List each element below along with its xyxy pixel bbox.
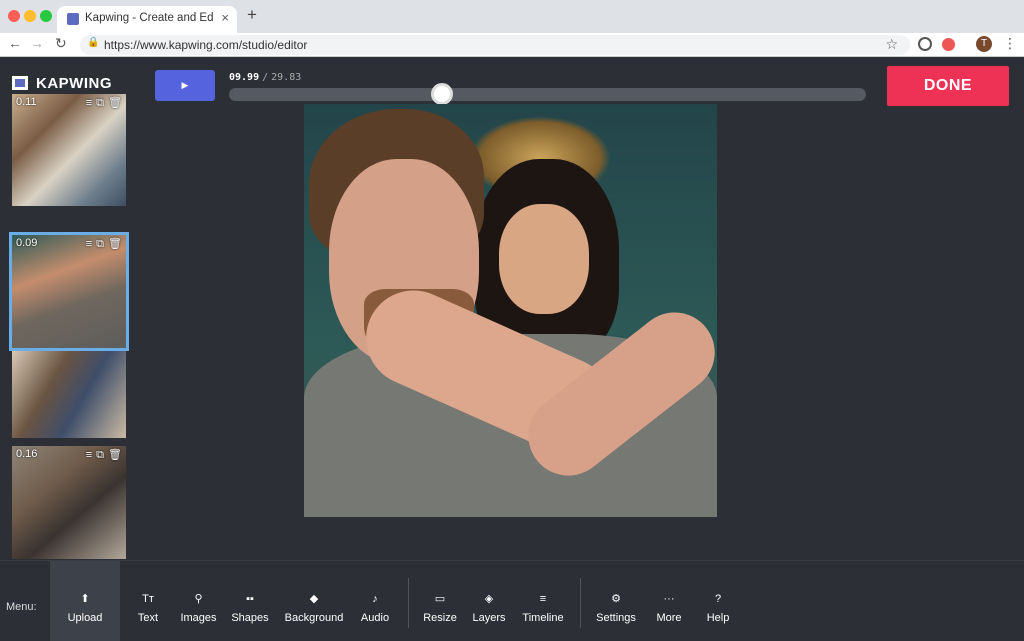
tab-close-icon[interactable]: × xyxy=(221,10,229,25)
menu-divider xyxy=(580,578,581,628)
brand-name: KAPWING xyxy=(36,75,112,92)
seek-bar[interactable] xyxy=(229,88,866,101)
scene-thumbnail-4[interactable]: 0.16 ≡ ⧉ 🗑 xyxy=(12,446,126,559)
menu-shapes[interactable]: ▪▪ Shapes xyxy=(228,561,272,641)
menu-text[interactable]: Tт Text xyxy=(128,561,168,641)
time-separator: / xyxy=(262,72,269,83)
tab-title: Kapwing - Create and Edit Vid xyxy=(85,12,213,24)
total-time: 29.83 xyxy=(271,72,302,83)
current-time: 09.99 xyxy=(229,72,260,83)
window-close-button[interactable] xyxy=(8,10,20,22)
browser-tab[interactable]: Kapwing - Create and Edit Vid × xyxy=(57,6,237,33)
more-icon: ··· xyxy=(663,593,675,605)
extension-red-icon[interactable] xyxy=(942,38,955,51)
scene-edit-icon[interactable]: ≡ xyxy=(86,449,92,461)
menu-item-label: More xyxy=(656,612,682,624)
scene-duplicate-icon[interactable]: ⧉ xyxy=(96,238,104,250)
scene-image xyxy=(12,235,126,348)
paint-bucket-icon: ◆ xyxy=(309,593,319,605)
scene-thumbnail-1[interactable]: 0.11 ≡ ⧉ 🗑 xyxy=(12,94,126,206)
menu-timeline[interactable]: ≡ Timeline xyxy=(518,561,568,641)
done-button[interactable]: DONE xyxy=(887,66,1009,106)
menu-item-label: Text xyxy=(137,612,159,624)
window-minimize-button[interactable] xyxy=(24,10,36,22)
time-readout: 09.99/29.83 xyxy=(229,72,301,83)
music-note-icon: ♪ xyxy=(372,593,378,605)
scene-duration: 0.16 xyxy=(16,448,38,460)
menu-layers[interactable]: ◈ Layers xyxy=(468,561,510,641)
menu-label: Menu: xyxy=(6,601,37,613)
play-button[interactable]: ▶ xyxy=(155,70,215,101)
bookmark-star-icon[interactable]: ☆ xyxy=(885,36,898,53)
menu-help[interactable]: ? Help xyxy=(700,561,736,641)
menu-item-label: Help xyxy=(706,612,730,624)
scene-thumbnail-3[interactable] xyxy=(12,351,126,438)
editor-canvas[interactable] xyxy=(304,104,717,517)
scenes-sidebar: KAPWING 0.11 ≡ ⧉ 🗑 0.09 ≡ ⧉ 🗑 0.16 ≡ ⧉ 🗑 xyxy=(0,58,140,560)
help-icon: ? xyxy=(714,593,722,605)
scene-duration: 0.11 xyxy=(16,96,37,108)
scene-tools: ≡ ⧉ 🗑 xyxy=(82,237,122,251)
menu-divider xyxy=(408,578,409,628)
menu-item-label: Images xyxy=(180,612,217,624)
scene-tools: ≡ ⧉ 🗑 xyxy=(82,448,122,462)
reload-icon[interactable]: ↻ xyxy=(55,35,67,52)
new-tab-button[interactable]: + xyxy=(247,5,257,25)
scene-delete-icon[interactable]: 🗑 xyxy=(108,97,122,109)
lock-icon: 🔒 xyxy=(87,37,100,48)
menu-more[interactable]: ··· More xyxy=(650,561,688,641)
menu-item-label: Shapes xyxy=(231,612,269,624)
window-maximize-button[interactable] xyxy=(40,10,52,22)
forward-arrow-icon[interactable]: → xyxy=(30,35,44,51)
menu-images[interactable]: ⚲ Images xyxy=(176,561,221,641)
url-field[interactable]: 🔒 https://www.kapwing.com/studio/editor … xyxy=(80,35,910,55)
extension-target-icon[interactable] xyxy=(918,37,932,51)
scene-edit-icon[interactable]: ≡ xyxy=(86,97,92,109)
shapes-icon: ▪▪ xyxy=(246,593,254,605)
scene-delete-icon[interactable]: 🗑 xyxy=(108,238,122,250)
scene-duplicate-icon[interactable]: ⧉ xyxy=(96,97,104,109)
scene-tools: ≡ ⧉ 🗑 xyxy=(82,96,122,110)
text-icon: Tт xyxy=(142,593,154,605)
browser-address-bar: ← → ↻ 🔒 https://www.kapwing.com/studio/e… xyxy=(0,33,1024,57)
upload-icon: ⬆ xyxy=(80,593,90,605)
scene-edit-icon[interactable]: ≡ xyxy=(86,238,92,250)
scene-image xyxy=(12,446,126,559)
scene-thumbnail-2[interactable]: 0.09 ≡ ⧉ 🗑 xyxy=(9,232,129,351)
menu-item-label: Background xyxy=(284,612,344,624)
menu-background[interactable]: ◆ Background xyxy=(280,561,348,641)
kapwing-logo-icon xyxy=(12,76,28,90)
photo-woman-face xyxy=(499,204,589,314)
back-arrow-icon[interactable]: ← xyxy=(8,35,22,51)
browser-tab-bar: Kapwing - Create and Edit Vid × + xyxy=(0,0,1024,33)
menu-item-label: Audio xyxy=(360,612,390,624)
scene-image xyxy=(12,351,126,438)
menu-item-label: Upload xyxy=(67,612,103,624)
gear-icon: ⚙ xyxy=(611,593,621,605)
seek-handle[interactable] xyxy=(431,83,454,105)
menu-item-label: Settings xyxy=(596,612,636,624)
timeline-icon: ≡ xyxy=(539,593,547,605)
scene-delete-icon[interactable]: 🗑 xyxy=(108,449,122,461)
menu-settings[interactable]: ⚙ Settings xyxy=(592,561,640,641)
menu-item-label: Layers xyxy=(472,612,506,624)
play-icon: ▶ xyxy=(181,80,189,90)
scene-duration: 0.09 xyxy=(16,237,38,249)
scene-image xyxy=(12,94,126,206)
bottom-menu-bar: Menu: ⬆ Upload Tт Text ⚲ Images ▪▪ Shape… xyxy=(0,560,1024,641)
browser-menu-icon[interactable]: ⋮ xyxy=(1003,35,1017,52)
search-icon: ⚲ xyxy=(194,593,203,605)
profile-avatar[interactable]: T xyxy=(976,36,992,52)
menu-upload[interactable]: ⬆ Upload xyxy=(50,561,120,641)
scene-duplicate-icon[interactable]: ⧉ xyxy=(96,449,104,461)
menu-audio[interactable]: ♪ Audio xyxy=(355,561,395,641)
resize-icon: ▭ xyxy=(434,593,446,605)
menu-item-label: Timeline xyxy=(522,612,564,624)
kapwing-favicon-icon xyxy=(67,13,79,25)
menu-resize[interactable]: ▭ Resize xyxy=(420,561,460,641)
url-text: https://www.kapwing.com/studio/editor xyxy=(104,38,308,52)
menu-item-label: Resize xyxy=(423,612,457,624)
layers-icon: ◈ xyxy=(484,593,494,605)
